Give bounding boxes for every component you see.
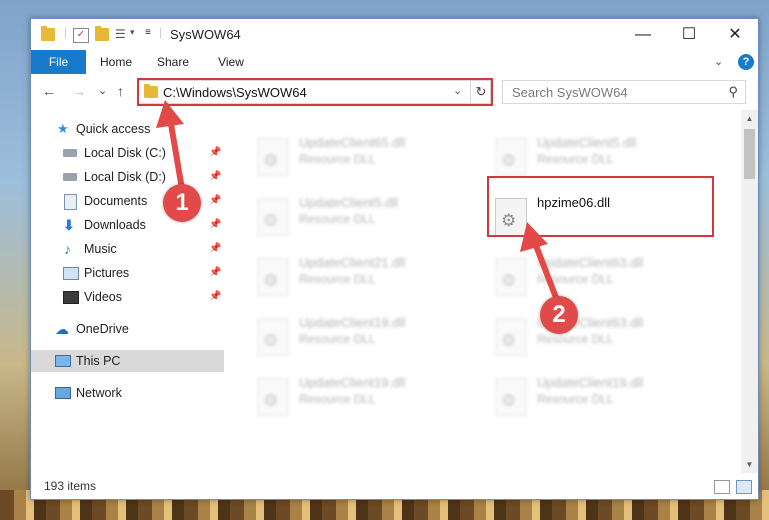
arrow-2-head: [520, 222, 548, 252]
arrow-1-head: [156, 100, 184, 128]
step-2-badge: 2: [540, 296, 578, 334]
annotation-arrows: [156, 100, 563, 310]
step-1-badge: 1: [163, 184, 201, 222]
